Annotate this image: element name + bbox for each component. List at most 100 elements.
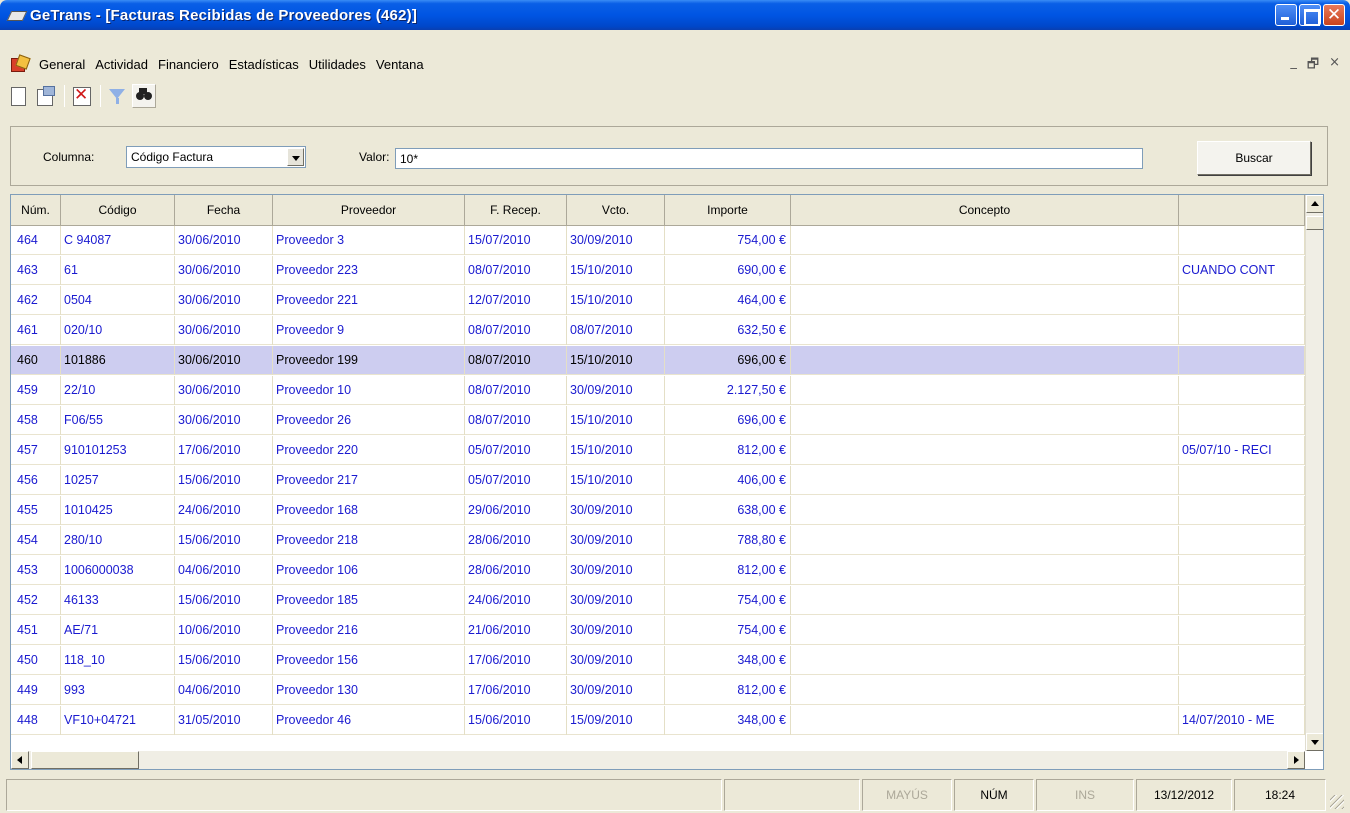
cell-observaciones — [1179, 496, 1305, 525]
cell-vcto: 15/09/2010 — [567, 706, 665, 735]
buscar-button[interactable]: Buscar — [1197, 141, 1311, 175]
column-select[interactable]: Código Factura — [126, 146, 306, 168]
menu-estadisticas[interactable]: Estadísticas — [224, 57, 304, 72]
menu-bar: General Actividad Financiero Estadística… — [4, 53, 1346, 75]
table-row[interactable]: 458 F06/55 30/06/2010 Proveedor 26 08/07/201… — [11, 406, 1305, 435]
mdi-restore-button[interactable]: 🗗 — [1307, 55, 1319, 77]
new-document-icon[interactable] — [6, 84, 30, 108]
value-label: Valor: — [359, 150, 390, 164]
cell-fecha: 30/06/2010 — [175, 316, 273, 345]
table-row[interactable]: 454 280/10 15/06/2010 Proveedor 218 28/06/20… — [11, 526, 1305, 555]
horizontal-scroll-thumb[interactable] — [31, 751, 139, 769]
cell-fecha: 24/06/2010 — [175, 496, 273, 525]
close-button[interactable]: ✕ — [1323, 4, 1345, 26]
table-row[interactable]: 461 020/10 30/06/2010 Proveedor 9 08/07/2010… — [11, 316, 1305, 345]
menu-actividad[interactable]: Actividad — [90, 57, 153, 72]
value-input[interactable] — [395, 148, 1143, 169]
table-row[interactable]: 456 10257 15/06/2010 Proveedor 217 05/07/201… — [11, 466, 1305, 495]
cell-codigo: F06/55 — [61, 406, 175, 435]
cell-f-recep: 08/07/2010 — [465, 256, 567, 285]
column-select-value: Código Factura — [131, 150, 214, 164]
vertical-scrollbar[interactable] — [1305, 195, 1323, 751]
table-row[interactable]: 462 0504 30/06/2010 Proveedor 221 12/07/2010… — [11, 286, 1305, 315]
binoculars-search-icon[interactable] — [132, 84, 156, 108]
table-row[interactable]: 449 993 04/06/2010 Proveedor 130 17/06/2010 3… — [11, 676, 1305, 705]
document-system-icon[interactable] — [10, 56, 28, 72]
delete-icon[interactable] — [69, 84, 93, 108]
cell-codigo: 910101253 — [61, 436, 175, 465]
menu-utilidades[interactable]: Utilidades — [304, 57, 371, 72]
column-header-concepto[interactable]: Concepto — [791, 195, 1179, 225]
table-row[interactable]: 459 22/10 30/06/2010 Proveedor 10 08/07/2010… — [11, 376, 1305, 405]
cell-concepto — [791, 286, 1179, 315]
cell-observaciones: 14/07/2010 - ME — [1179, 706, 1305, 735]
menu-general[interactable]: General — [34, 57, 90, 72]
scroll-right-icon[interactable] — [1287, 751, 1305, 769]
properties-icon[interactable] — [33, 84, 57, 108]
scroll-left-icon[interactable] — [11, 751, 29, 769]
column-header-codigo[interactable]: Código — [61, 195, 175, 225]
resize-grip-icon[interactable] — [1330, 795, 1344, 809]
menu-ventana[interactable]: Ventana — [371, 57, 429, 72]
minimize-icon — [1276, 5, 1296, 25]
table-row[interactable]: 460 101886 30/06/2010 Proveedor 199 08/07/20… — [11, 346, 1305, 375]
cell-fecha: 15/06/2010 — [175, 466, 273, 495]
cell-num: 460 — [11, 346, 61, 375]
table-row[interactable]: 453 1006000038 04/06/2010 Proveedor 106 28/0… — [11, 556, 1305, 585]
window-controls: ✕ — [1275, 4, 1345, 26]
cell-proveedor: Proveedor 106 — [273, 556, 465, 585]
cell-fecha: 30/06/2010 — [175, 406, 273, 435]
cell-num: 449 — [11, 676, 61, 705]
horizontal-scrollbar[interactable] — [11, 751, 1305, 769]
status-bar: MAYÚS NÚM INS 13/12/2012 18:24 — [4, 779, 1346, 811]
column-header-fecha[interactable]: Fecha — [175, 195, 273, 225]
menu-financiero[interactable]: Financiero — [153, 57, 224, 72]
cell-importe: 696,00 € — [665, 346, 791, 375]
table-row[interactable]: 455 1010425 24/06/2010 Proveedor 168 29/06/2… — [11, 496, 1305, 525]
table-row[interactable]: 463 61 30/06/2010 Proveedor 223 08/07/2010 15… — [11, 256, 1305, 285]
cell-f-recep: 08/07/2010 — [465, 406, 567, 435]
table-row[interactable]: 452 46133 15/06/2010 Proveedor 185 24/06/201… — [11, 586, 1305, 615]
cell-concepto — [791, 406, 1179, 435]
caps-lock-indicator: MAYÚS — [862, 779, 952, 811]
title-bar[interactable]: GeTrans - [Facturas Recibidas de Proveed… — [0, 0, 1350, 30]
cell-codigo: 1006000038 — [61, 556, 175, 585]
scroll-up-icon[interactable] — [1306, 195, 1323, 213]
cell-f-recep: 08/07/2010 — [465, 376, 567, 405]
column-header-num[interactable]: Núm. — [11, 195, 61, 225]
filter-icon[interactable] — [105, 84, 129, 108]
column-header-vcto[interactable]: Vcto. — [567, 195, 665, 225]
chevron-down-icon[interactable] — [287, 148, 304, 166]
table-row[interactable]: 450 118_10 15/06/2010 Proveedor 156 17/06/20… — [11, 646, 1305, 675]
column-header-observaciones[interactable] — [1179, 195, 1305, 225]
cell-num: 450 — [11, 646, 61, 675]
cell-proveedor: Proveedor 199 — [273, 346, 465, 375]
cell-importe: 812,00 € — [665, 676, 791, 705]
cell-f-recep: 17/06/2010 — [465, 646, 567, 675]
minimize-button[interactable] — [1275, 4, 1297, 26]
column-header-importe[interactable]: Importe — [665, 195, 791, 225]
cell-proveedor: Proveedor 3 — [273, 226, 465, 255]
cell-num: 462 — [11, 286, 61, 315]
table-row[interactable]: 457 910101253 17/06/2010 Proveedor 220 05/07… — [11, 436, 1305, 465]
cell-proveedor: Proveedor 217 — [273, 466, 465, 495]
scroll-down-icon[interactable] — [1306, 733, 1323, 751]
cell-vcto: 30/09/2010 — [567, 616, 665, 645]
column-header-proveedor[interactable]: Proveedor — [273, 195, 465, 225]
table-row[interactable]: 464 C 94087 30/06/2010 Proveedor 3 15/07/201… — [11, 226, 1305, 255]
table-row[interactable]: 451 AE/71 10/06/2010 Proveedor 216 21/06/201… — [11, 616, 1305, 645]
grid-body: 464 C 94087 30/06/2010 Proveedor 3 15/07/201… — [11, 226, 1305, 751]
search-panel: Columna: Código Factura Valor: Buscar — [10, 126, 1328, 186]
cell-importe: 638,00 € — [665, 496, 791, 525]
invoices-grid: Núm. Código Fecha Proveedor F. Recep. Vcto. Im… — [10, 194, 1324, 770]
vertical-scroll-thumb[interactable] — [1306, 216, 1323, 230]
maximize-button[interactable] — [1299, 4, 1321, 26]
table-row[interactable]: 448 VF10+04721 31/05/2010 Proveedor 46 15/06… — [11, 706, 1305, 735]
cell-num: 455 — [11, 496, 61, 525]
column-header-f-recep[interactable]: F. Recep. — [465, 195, 567, 225]
cell-observaciones — [1179, 586, 1305, 615]
mdi-close-button[interactable]: × — [1329, 55, 1340, 77]
cell-observaciones — [1179, 346, 1305, 375]
cell-observaciones — [1179, 376, 1305, 405]
mdi-minimize-button[interactable]: _ — [1290, 55, 1297, 77]
